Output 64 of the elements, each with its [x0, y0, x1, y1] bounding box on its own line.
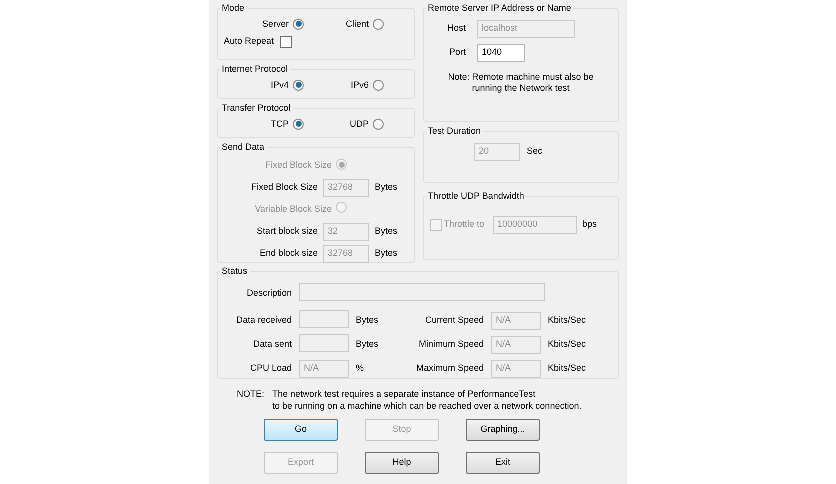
radio-button[interactable] [373, 118, 384, 130]
unit-label: Bytes [375, 180, 398, 194]
unit-label: Bytes [375, 246, 398, 260]
field-label: Fixed Block Size [251, 180, 318, 194]
unit-label: bps [582, 218, 598, 231]
unit-label: Kbits/Sec [548, 362, 586, 376]
description-field[interactable] [299, 282, 545, 300]
unit-label: Bytes [356, 314, 379, 328]
option-label: UDP [350, 118, 369, 130]
field-label: Maximum Speed [416, 362, 484, 376]
dialog-button[interactable]: Help [365, 452, 439, 474]
field-label: Description [246, 287, 292, 300]
note-text: Note: Remote machine must also be running the Network test [447, 72, 595, 94]
text-field[interactable] [299, 310, 349, 328]
radio-button[interactable] [293, 80, 304, 91]
field-label: End block size [260, 246, 318, 260]
text-field[interactable]: N/A [299, 360, 349, 378]
radio-button[interactable] [373, 80, 384, 91]
field-label: Data sent [253, 338, 292, 352]
text-field[interactable]: N/A [491, 336, 541, 354]
unit-label: % [356, 362, 364, 376]
field-label: Current Speed [425, 314, 484, 328]
unit-label: Sec [527, 144, 543, 158]
field-label: Host [447, 22, 466, 35]
note-label: NOTE: [237, 388, 265, 401]
text-field[interactable] [299, 334, 349, 352]
field-label: Start block size [256, 224, 318, 238]
group-title: Test Duration [427, 125, 482, 138]
field-label: Data received [236, 314, 292, 328]
unit-label: Bytes [356, 338, 379, 352]
radio-button[interactable] [373, 18, 384, 30]
field-label: Minimum Speed [418, 338, 484, 352]
field-label: Port [449, 46, 466, 59]
note-text: The network test requires a separate instance of PerformanceTest [272, 388, 537, 400]
group-title: Mode [221, 2, 246, 15]
group-title: Transfer Protocol [221, 102, 292, 115]
option-label: Client [346, 18, 369, 30]
group-title: Internet Protocol [221, 63, 290, 76]
dialog-button[interactable]: Exit [466, 452, 540, 474]
unit-label: Kbits/Sec [548, 314, 586, 328]
checkbox[interactable] [280, 36, 292, 48]
option-label: Throttle to [444, 218, 485, 231]
group-title: Remote Server IP Address or Name [427, 2, 572, 15]
radio-button[interactable] [293, 118, 304, 130]
option-label: Variable Block Size [255, 202, 332, 216]
text-field[interactable]: N/A [491, 360, 541, 378]
text-field[interactable]: 1040 [477, 44, 525, 62]
option-label: Fixed Block Size [265, 158, 332, 172]
dialog-button[interactable]: Go [264, 419, 338, 441]
field-label: CPU Load [250, 362, 292, 376]
option-label: TCP [271, 118, 289, 130]
option-label: Server [262, 18, 289, 30]
dialog-button[interactable]: Graphing... [466, 419, 540, 441]
note-text: to be running on a machine which can be reached over a network connection. [272, 400, 582, 412]
option-label: IPv6 [350, 78, 369, 92]
group-title: Throttle UDP Bandwidth [427, 190, 526, 203]
group-title: Status [221, 265, 249, 278]
unit-label: Bytes [375, 224, 398, 238]
radio-button[interactable] [293, 18, 304, 30]
group-title: Send Data [221, 141, 266, 154]
option-label: IPv4 [270, 78, 289, 92]
text-field[interactable]: N/A [491, 312, 541, 330]
unit-label: Kbits/Sec [548, 338, 586, 352]
option-label: Auto Repeat [224, 35, 274, 48]
